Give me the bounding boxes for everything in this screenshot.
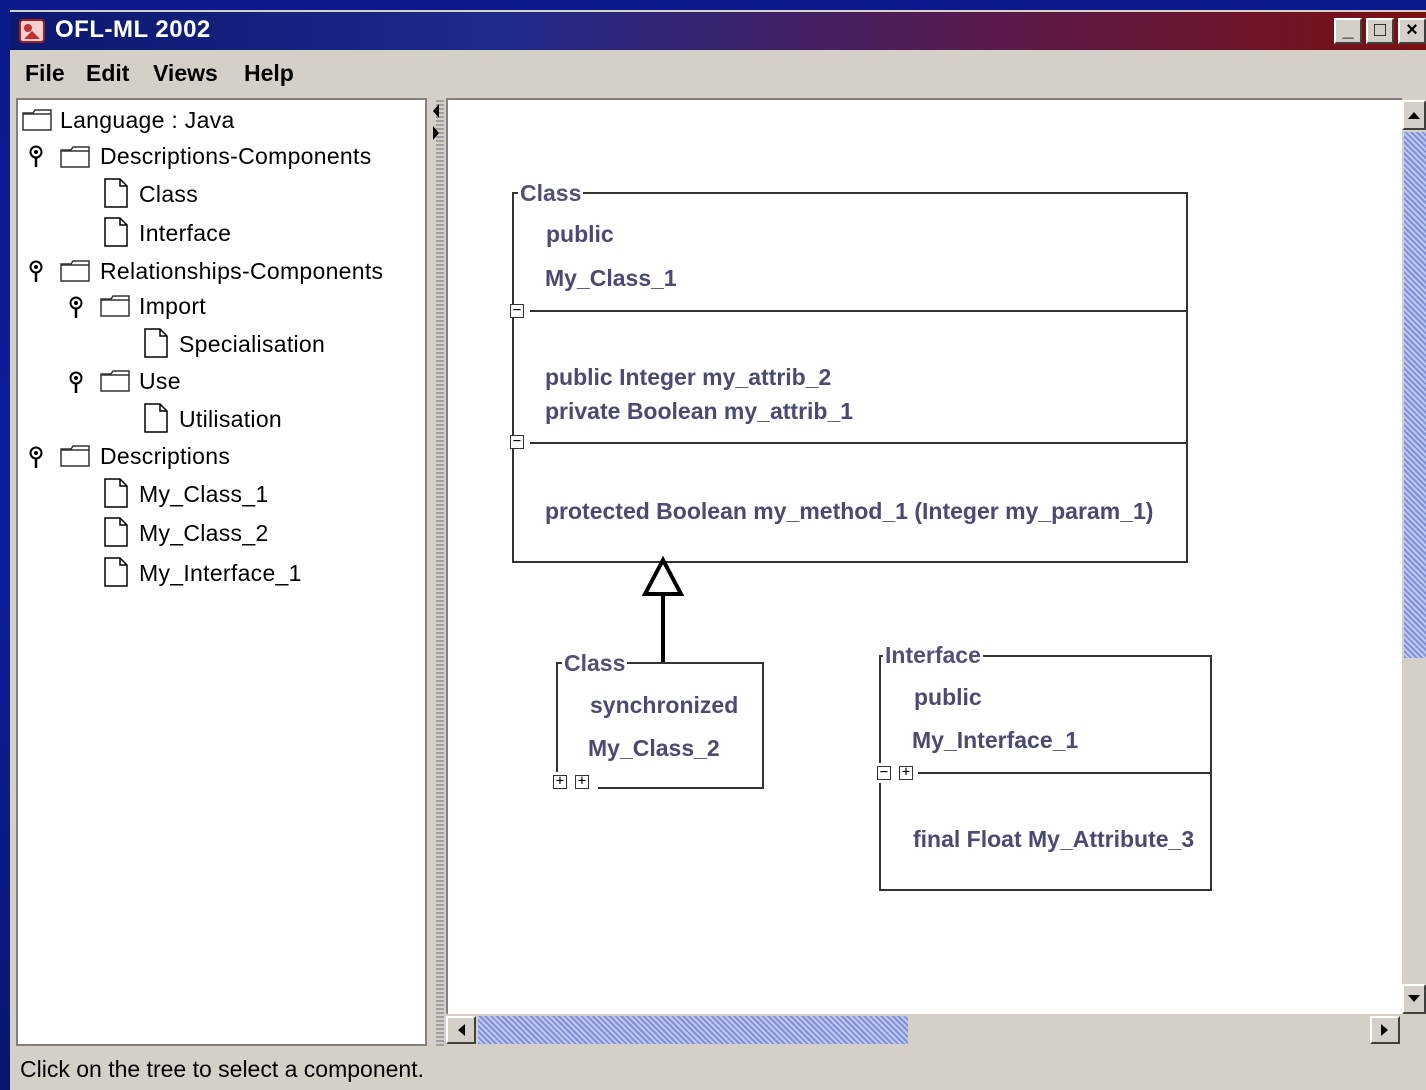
tree-item-relationships-components[interactable]: Relationships-Components [100,258,383,285]
vertical-scroll-thumb[interactable] [1404,132,1426,658]
scroll-down-icon [1408,995,1420,1002]
tree-item-my-interface-1[interactable]: My_Interface_1 [139,560,302,587]
scroll-up-button[interactable] [1402,100,1426,130]
pin-icon[interactable] [68,371,84,395]
close-button[interactable]: × [1398,18,1426,44]
interface-divider [918,772,1212,774]
tree-item-use[interactable]: Use [139,368,181,395]
splitter-arrows-icon[interactable] [430,102,442,142]
app-icon [19,19,45,43]
class-name: My_Class_2 [588,735,720,761]
scroll-left-icon [458,1024,465,1036]
tree-item-utilisation[interactable]: Utilisation [179,406,282,433]
splitter-grip[interactable] [436,98,444,1046]
class-visibility: public [546,221,614,247]
interface-attribute: final Float My_Attribute_3 [913,826,1195,852]
document-icon [104,178,128,208]
collapse-toggle[interactable]: − [877,765,891,780]
tree-item-descriptions-components[interactable]: Descriptions-Components [100,143,372,170]
tree-item-class[interactable]: Class [139,181,198,208]
pin-icon[interactable] [28,446,44,470]
tree-item-specialisation[interactable]: Specialisation [179,331,325,358]
status-text: Click on the tree to select a component. [20,1056,424,1082]
document-icon [144,328,168,358]
menu-bar [10,54,1426,94]
folder-icon [60,146,90,168]
expand-toggle[interactable]: + [553,774,567,789]
tree-item-interface[interactable]: Interface [139,220,231,247]
menu-help[interactable]: Help [244,60,294,87]
class-kind-label: Class [518,180,584,207]
pin-icon[interactable] [28,260,44,284]
folder-icon [60,445,90,467]
class-attribute: private Boolean my_attrib_1 [545,398,854,424]
class-modifier: synchronized [590,692,739,718]
document-icon [104,557,128,587]
menu-views[interactable]: Views [153,60,218,87]
scroll-left-button[interactable] [446,1016,476,1044]
interface-name: My_Interface_1 [912,727,1079,753]
scroll-down-button[interactable] [1402,984,1426,1014]
menu-edit[interactable]: Edit [86,60,129,87]
pin-icon[interactable] [68,296,84,320]
scroll-up-icon [1408,112,1420,119]
document-icon [144,403,168,433]
class-name: My_Class_1 [545,265,677,291]
class-box-my-class-2[interactable] [556,662,764,789]
menu-file[interactable]: File [25,60,65,87]
minimize-button[interactable]: _ [1334,18,1362,44]
interface-kind-label: Interface [883,642,983,669]
document-icon [104,217,128,247]
interface-visibility: public [914,684,982,710]
class-divider [530,310,1188,312]
expand-toggle[interactable]: + [575,774,589,789]
folder-icon [100,295,130,317]
collapse-toggle[interactable]: − [510,303,524,318]
folder-icon [22,109,52,131]
pin-icon[interactable] [28,145,44,169]
folder-icon [60,260,90,282]
tree-item-my-class-1[interactable]: My_Class_1 [139,481,269,508]
folder-icon [100,370,130,392]
scroll-corner [1402,1014,1426,1046]
horizontal-scroll-thumb[interactable] [478,1016,908,1044]
tree-item-my-class-2[interactable]: My_Class_2 [139,520,269,547]
class-kind-label: Class [562,650,628,677]
document-icon [104,478,128,508]
scroll-right-icon [1381,1024,1388,1036]
window-title: OFL-ML 2002 [55,16,211,43]
class-attribute: public Integer my_attrib_2 [545,364,832,390]
expand-toggle[interactable]: + [899,765,913,780]
title-bar[interactable] [10,12,1426,50]
class-method: protected Boolean my_method_1 (Integer m… [545,498,1154,524]
tree-item-import[interactable]: Import [139,293,206,320]
document-icon [104,517,128,547]
collapse-toggle[interactable]: − [510,434,524,449]
tree-item-descriptions[interactable]: Descriptions [100,443,230,470]
maximize-button[interactable]: □ [1366,18,1394,44]
tree-root[interactable]: Language : Java [60,107,235,134]
specialisation-arrow[interactable] [640,556,686,666]
component-tree[interactable]: Language : Java Descriptions-Components … [16,98,427,1046]
scroll-right-button[interactable] [1370,1016,1400,1044]
class-divider [530,442,1188,444]
